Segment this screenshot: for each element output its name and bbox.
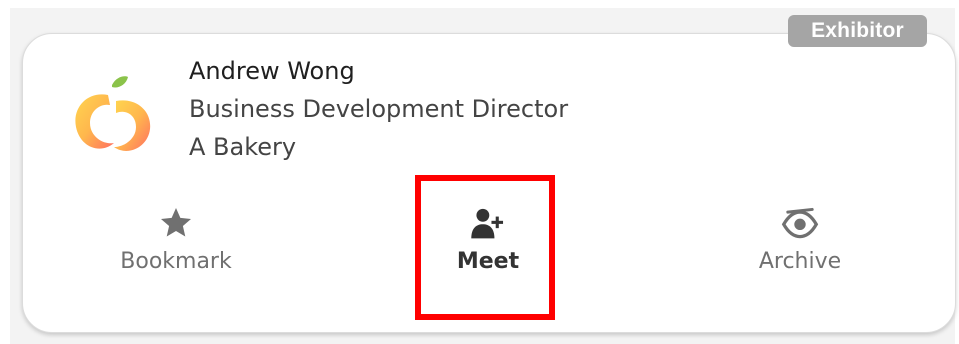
archive-button[interactable]: Archive xyxy=(700,205,900,274)
add-user-icon xyxy=(388,205,588,241)
contact-title: Business Development Director xyxy=(189,95,569,123)
bookmark-label: Bookmark xyxy=(120,249,232,274)
meet-label: Meet xyxy=(456,249,520,274)
eye-slash-icon xyxy=(700,205,900,241)
meet-button[interactable]: Meet xyxy=(388,205,588,274)
star-icon xyxy=(76,205,276,241)
bookmark-button[interactable]: Bookmark xyxy=(76,205,276,274)
apple-swirl-logo-icon xyxy=(75,76,151,151)
archive-label: Archive xyxy=(758,249,842,274)
exhibitor-badge: Exhibitor xyxy=(788,15,927,47)
contact-name: Andrew Wong xyxy=(189,57,355,85)
company-logo xyxy=(66,73,158,159)
contact-company: A Bakery xyxy=(189,133,297,161)
contact-info: Andrew Wong Business Development Directo… xyxy=(189,52,568,166)
